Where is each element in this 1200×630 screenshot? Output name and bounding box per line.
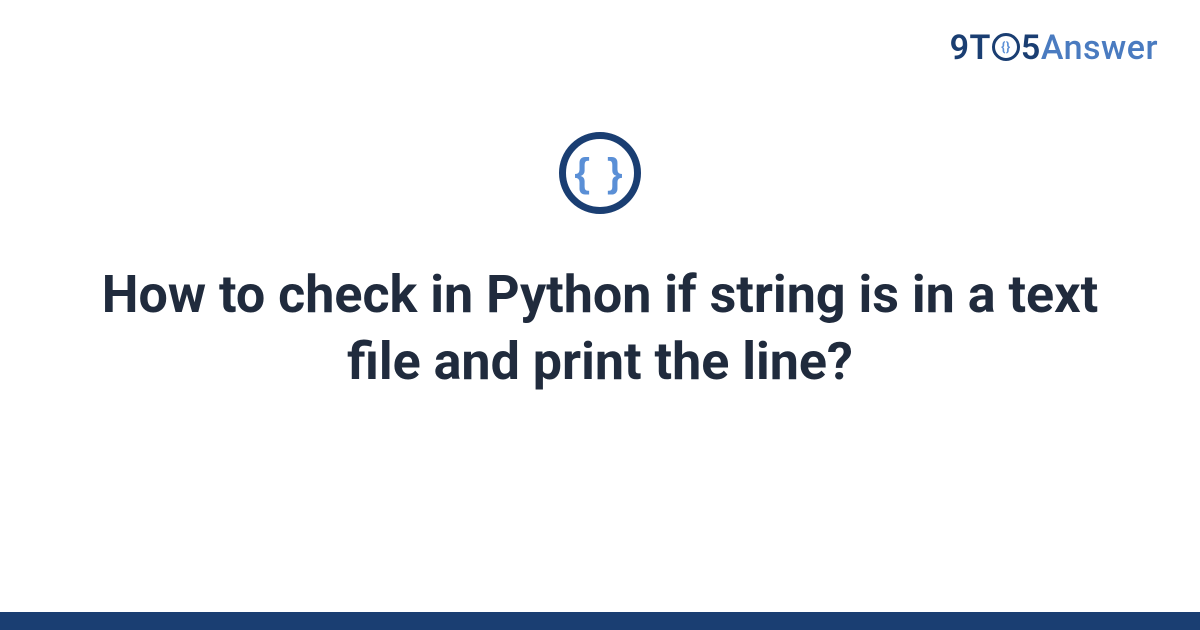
- brand-text-5: 5: [1021, 28, 1041, 68]
- footer-bar: [0, 612, 1200, 630]
- braces-icon: {}: [1001, 41, 1011, 54]
- brand-circle-icon: {}: [992, 33, 1020, 61]
- code-braces-icon: { }: [559, 132, 641, 214]
- brand-logo: 9T {} 5 Answer: [950, 28, 1158, 68]
- braces-glyph: { }: [574, 153, 625, 193]
- page-title: How to check in Python if string is in a…: [60, 262, 1140, 395]
- brand-text-9t: 9T: [950, 28, 991, 68]
- brand-text-answer: Answer: [1041, 28, 1158, 68]
